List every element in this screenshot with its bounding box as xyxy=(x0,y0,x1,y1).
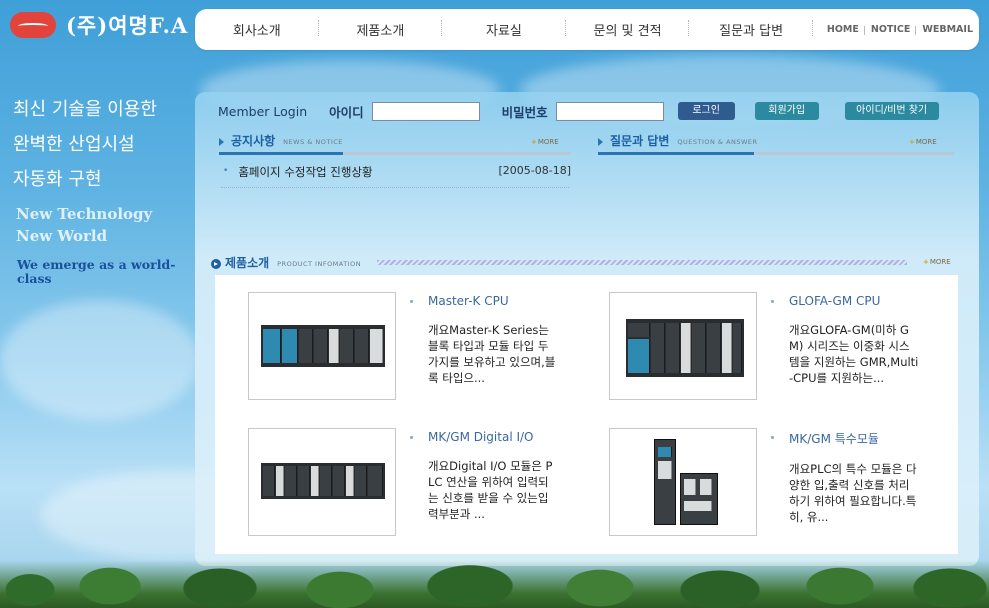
notice-header: 공지사항 NEWS & NOTICE xyxy=(219,133,343,149)
products-more-link[interactable]: MORE xyxy=(923,258,951,266)
qna-more-link[interactable]: MORE xyxy=(909,138,937,146)
tree-line-decoration xyxy=(0,560,989,608)
notice-item[interactable]: • 홈페이지 수정작업 진행상황 [2005-08-18] xyxy=(223,164,571,180)
id-input[interactable] xyxy=(371,101,480,121)
product-image-glofa-gm-cpu[interactable] xyxy=(609,292,757,400)
play-circle-icon xyxy=(211,259,221,269)
bullet-icon: • xyxy=(223,166,229,176)
notice-divider xyxy=(221,187,569,188)
utility-links: HOME NOTICE WEBMAIL xyxy=(821,24,979,35)
notice-item-date: [2005-08-18] xyxy=(498,164,571,177)
nav-resources[interactable]: 자료실 xyxy=(442,20,566,39)
notice-subtitle: NEWS & NOTICE xyxy=(283,138,343,146)
product-description: 개요GLOFA-GM(미하 GM) 시리즈는 이중화 시스템을 지원하는 GMR… xyxy=(789,323,919,385)
slogan-world-class: We emerge as a world-class xyxy=(17,257,176,286)
products-subtitle: PRODUCT INFOMATION xyxy=(277,260,362,268)
member-login-title: Member Login xyxy=(218,103,308,119)
sky-cloud xyxy=(0,300,200,420)
qna-underline xyxy=(598,152,954,155)
slogan-line: 완벽한 산업시설 xyxy=(13,134,135,155)
nav-products[interactable]: 제품소개 xyxy=(319,20,443,39)
home-link[interactable]: HOME xyxy=(821,24,865,35)
top-navigation: 회사소개 제품소개 자료실 문의 및 견적 질문과 답변 HOME NOTICE… xyxy=(195,9,979,50)
product-card: MK/GM 특수모듈 개요PLC의 특수 모듈은 다양한 입,출력 신호를 처리… xyxy=(609,428,919,536)
slogan-new-world: New World xyxy=(16,227,108,245)
product-info: MK/GM 특수모듈 개요PLC의 특수 모듈은 다양한 입,출력 신호를 처리… xyxy=(771,428,919,536)
products-title: 제품소개 xyxy=(225,256,270,270)
triangle-bullet-icon xyxy=(598,138,603,146)
products-header: 제품소개 PRODUCT INFOMATION xyxy=(211,255,361,271)
password-label: 비밀번호 xyxy=(501,104,548,120)
login-bar: Member Login 아이디 비밀번호 로그인 회원가입 아이디/비번 찾기 xyxy=(218,100,939,122)
password-input[interactable] xyxy=(555,101,664,121)
product-image-master-k-cpu[interactable] xyxy=(248,292,396,400)
notice-more-link[interactable]: MORE xyxy=(531,138,559,146)
company-logo[interactable]: (주)여명F.A xyxy=(10,10,188,40)
product-image-special-module[interactable] xyxy=(609,428,757,536)
slogan-new-technology: New Technology xyxy=(16,205,153,223)
product-grid: Master-K CPU 개요Master-K Series는 블록 타입과 모… xyxy=(215,275,958,554)
product-name[interactable]: MK/GM Digital I/O xyxy=(410,430,558,444)
product-description: 개요PLC의 특수 모듈은 다양한 입,출력 신호를 처리하기 위하여 필요합니… xyxy=(789,462,917,524)
qna-subtitle: QUESTION & ANSWER xyxy=(677,138,758,146)
product-card: GLOFA-GM CPU 개요GLOFA-GM(미하 GM) 시리즈는 이중화 … xyxy=(609,292,919,400)
product-description: 개요Master-K Series는 블록 타입과 모듈 타입 두가지를 보유하… xyxy=(428,323,556,385)
product-name[interactable]: GLOFA-GM CPU xyxy=(771,294,919,308)
qna-title: 질문과 답변 xyxy=(610,134,670,148)
notice-title: 공지사항 xyxy=(231,134,276,148)
korean-slogan: 최신 기술을 이용한 완벽한 산업시설 자동화 구현 xyxy=(13,92,157,197)
triangle-bullet-icon xyxy=(219,138,224,146)
product-info: GLOFA-GM CPU 개요GLOFA-GM(미하 GM) 시리즈는 이중화 … xyxy=(771,292,919,400)
logo-mark-icon xyxy=(10,12,56,38)
id-label: 아이디 xyxy=(329,104,364,120)
notice-link[interactable]: NOTICE xyxy=(865,24,917,35)
webmail-link[interactable]: WEBMAIL xyxy=(916,24,979,35)
nav-inquiry-quote[interactable]: 문의 및 견적 xyxy=(566,20,690,39)
notice-underline xyxy=(219,152,571,155)
main-panel: Member Login 아이디 비밀번호 로그인 회원가입 아이디/비번 찾기… xyxy=(195,92,979,566)
english-slogan: New Technology New World xyxy=(16,203,152,247)
product-name[interactable]: MK/GM 특수모듈 xyxy=(771,430,919,447)
product-name[interactable]: Master-K CPU xyxy=(410,294,558,308)
product-info: MK/GM Digital I/O 개요Digital I/O 모듈은 PLC … xyxy=(410,428,558,536)
find-id-password-button[interactable]: 아이디/비번 찾기 xyxy=(844,102,939,120)
qna-header: 질문과 답변 QUESTION & ANSWER xyxy=(598,133,758,149)
notice-item-title: 홈페이지 수정작업 진행상황 xyxy=(238,165,373,179)
products-title-stripe xyxy=(377,260,907,265)
slogan-line: 자동화 구현 xyxy=(13,169,102,190)
nav-company-intro[interactable]: 회사소개 xyxy=(195,20,319,39)
product-info: Master-K CPU 개요Master-K Series는 블록 타입과 모… xyxy=(410,292,558,400)
product-description: 개요Digital I/O 모듈은 PLC 연산을 위하여 입력되는 신호를 받… xyxy=(428,459,553,521)
slogan-line: 최신 기술을 이용한 xyxy=(13,99,157,120)
product-image-digital-io[interactable] xyxy=(248,428,396,536)
company-name: (주)여명F.A xyxy=(66,13,189,38)
product-card: Master-K CPU 개요Master-K Series는 블록 타입과 모… xyxy=(248,292,558,400)
nav-qna[interactable]: 질문과 답변 xyxy=(689,20,813,39)
join-button[interactable]: 회원가입 xyxy=(754,102,819,120)
product-card: MK/GM Digital I/O 개요Digital I/O 모듈은 PLC … xyxy=(248,428,558,536)
login-button[interactable]: 로그인 xyxy=(677,102,735,120)
